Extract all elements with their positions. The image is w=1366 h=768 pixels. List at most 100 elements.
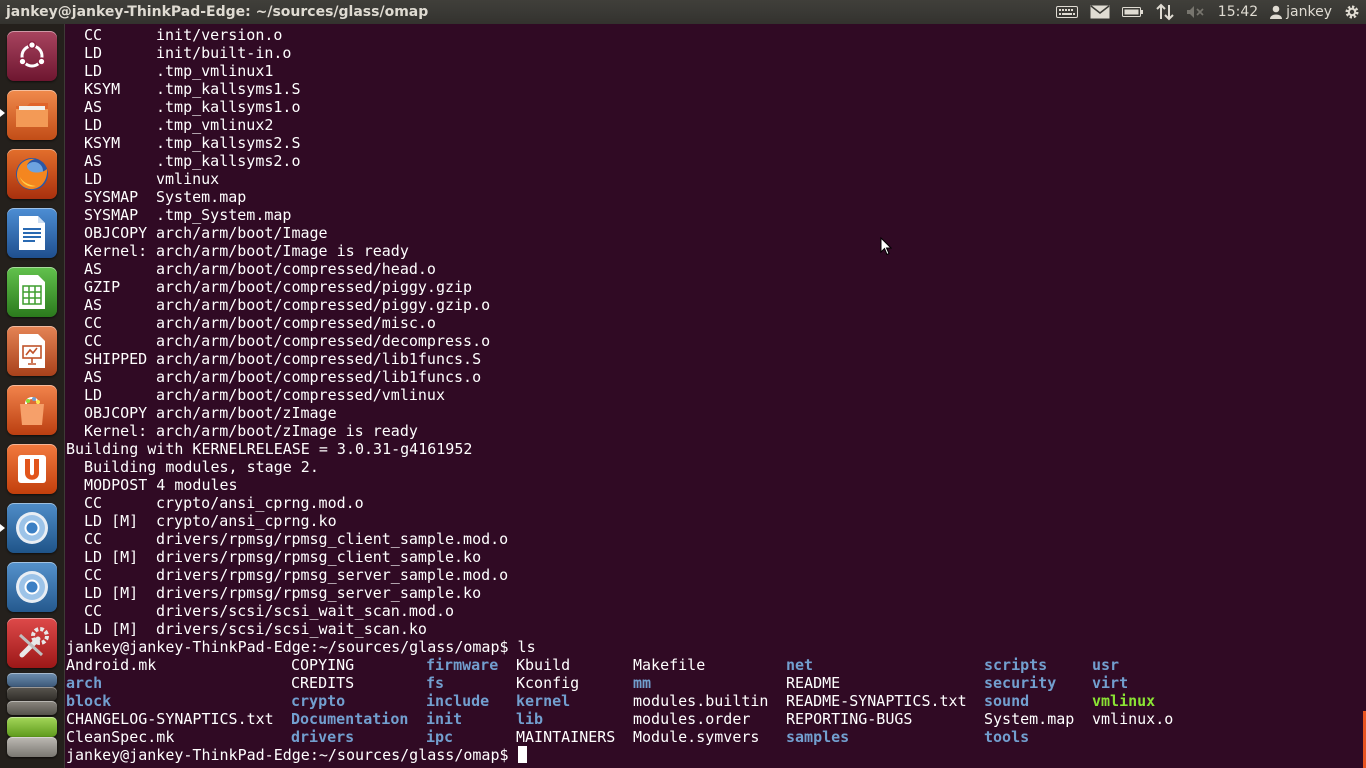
- firefox-button[interactable]: [7, 149, 57, 199]
- writer-button[interactable]: [7, 208, 57, 258]
- build-target: .tmp_System.map: [156, 206, 292, 224]
- folder-icon: [16, 103, 48, 127]
- calc-icon: [19, 275, 45, 309]
- build-target: vmlinux: [156, 170, 220, 188]
- build-line: GZIP arch/arm/boot/compressed/piggy.gzip: [66, 278, 1364, 296]
- build-step-tag: Kernel:: [84, 242, 148, 260]
- software-center-button[interactable]: [7, 385, 57, 435]
- build-step-tag: KSYM: [84, 80, 121, 98]
- build-line: SHIPPED arch/arm/boot/compressed/lib1func…: [66, 350, 1364, 368]
- calc-button[interactable]: [7, 267, 57, 317]
- module-log: CC crypto/ansi_cprng.mod.o LD [M] crypto/an…: [66, 494, 1364, 638]
- ls-directory: crypto: [291, 692, 346, 710]
- ls-directory: firmware: [426, 656, 499, 674]
- chromium-button[interactable]: [7, 503, 57, 553]
- ubuntu-logo-icon: [18, 40, 46, 68]
- build-target: crypto/ansi_cprng.ko: [156, 512, 337, 530]
- terminal-output[interactable]: CC init/version.o LD init/built-in.o LD .tmp_…: [66, 26, 1364, 768]
- modules-stage-line: Building modules, stage 2.: [66, 458, 319, 476]
- ls-file: COPYING: [291, 656, 355, 674]
- build-step-tag: Kernel:: [84, 422, 148, 440]
- user-name: jankey: [1286, 4, 1332, 20]
- mail-icon[interactable]: [1090, 0, 1110, 24]
- ls-directory: security: [984, 674, 1057, 692]
- modpost-line: MODPOST 4 modules: [66, 476, 238, 494]
- build-line: CC drivers/scsi/scsi_wait_scan.mod.o: [66, 602, 1364, 620]
- system-settings-button[interactable]: [7, 618, 57, 668]
- system-monitor-icon[interactable]: [7, 673, 57, 687]
- chromium-icon: [16, 512, 48, 544]
- command-line: jankey@jankey-ThinkPad-Edge:~/sources/gl…: [66, 638, 1364, 656]
- files-button[interactable]: [7, 90, 57, 140]
- build-step-tag: CC: [84, 530, 103, 548]
- build-line: CC drivers/rpmsg/rpmsg_server_sample.mod.…: [66, 566, 1364, 584]
- ls-file: Makefile: [633, 656, 706, 674]
- ubuntu-one-button[interactable]: [7, 444, 57, 494]
- active-prompt-line[interactable]: jankey@jankey-ThinkPad-Edge:~/sources/gl…: [66, 746, 1364, 764]
- user-menu[interactable]: jankey: [1270, 0, 1332, 24]
- build-line: SYSMAP .tmp_System.map: [66, 206, 1364, 224]
- terminal-icon[interactable]: [7, 687, 57, 701]
- network-icon[interactable]: [1156, 0, 1174, 24]
- build-target: drivers/rpmsg/rpmsg_client_sample.ko: [156, 548, 482, 566]
- ls-directory: ipc: [426, 728, 454, 746]
- build-line: OBJCOPY arch/arm/boot/zImage: [66, 404, 1364, 422]
- volume-muted-icon[interactable]: [1186, 0, 1206, 24]
- build-target: drivers/scsi/scsi_wait_scan.ko: [156, 620, 427, 638]
- build-line: LD init/built-in.o: [66, 44, 1364, 62]
- ls-directory: samples: [786, 728, 850, 746]
- ls-file: CREDITS: [291, 674, 355, 692]
- build-target: .tmp_kallsyms2.S: [156, 134, 301, 152]
- ls-file: MAINTAINERS: [516, 728, 616, 746]
- ubuntu-one-icon: [18, 455, 46, 483]
- build-line: AS arch/arm/boot/compressed/piggy.gzip.o: [66, 296, 1364, 314]
- dash-home-button[interactable]: [7, 31, 57, 81]
- chromium-button-2[interactable]: [7, 562, 57, 612]
- trash-icon[interactable]: [7, 737, 57, 757]
- ls-file: modules.order: [633, 710, 751, 728]
- gear-icon[interactable]: [1344, 0, 1360, 24]
- build-step-tag: LD: [84, 44, 103, 62]
- ls-directory: block: [66, 692, 112, 710]
- build-step-tag: SYSMAP: [84, 206, 139, 224]
- build-target: crypto/ansi_cprng.mod.o: [156, 494, 364, 512]
- settings-tools-icon: [18, 627, 49, 658]
- ls-file: Kconfig: [516, 674, 580, 692]
- build-line: OBJCOPY arch/arm/boot/Image: [66, 224, 1364, 242]
- build-line: AS arch/arm/boot/compressed/lib1funcs.o: [66, 368, 1364, 386]
- ls-directory: drivers: [291, 728, 355, 746]
- build-step-tag: OBJCOPY: [84, 404, 148, 422]
- build-target: arch/arm/boot/Image is ready: [156, 242, 409, 260]
- build-line: LD [M] drivers/scsi/scsi_wait_scan.ko: [66, 620, 1364, 638]
- workspaces-icon[interactable]: [7, 701, 57, 715]
- build-target: arch/arm/boot/compressed/head.o: [156, 260, 436, 278]
- build-target: arch/arm/boot/zImage: [156, 404, 337, 422]
- ls-column: Makefile mm modules.builtin modules.order Mo…: [633, 656, 768, 746]
- build-step-tag: LD [M]: [84, 512, 139, 530]
- command-text: ls: [508, 638, 536, 656]
- build-target: arch/arm/boot/compressed/piggy.gzip: [156, 278, 473, 296]
- impress-icon: [19, 334, 45, 368]
- ls-directory: sound: [984, 692, 1030, 710]
- keyboard-icon[interactable]: [1055, 0, 1078, 24]
- impress-button[interactable]: [7, 326, 57, 376]
- build-step-tag: CC: [84, 314, 103, 332]
- shopping-bag-icon: [20, 397, 44, 425]
- user-icon: [1270, 5, 1283, 19]
- build-line: AS .tmp_kallsyms2.o: [66, 152, 1364, 170]
- build-line: CC crypto/ansi_cprng.mod.o: [66, 494, 1364, 512]
- build-line: LD .tmp_vmlinux2: [66, 116, 1364, 134]
- window-title: jankey@jankey-ThinkPad-Edge: ~/sources/g…: [6, 4, 429, 20]
- build-line: Kernel: arch/arm/boot/Image is ready: [66, 242, 1364, 260]
- ls-directory: fs: [426, 674, 445, 692]
- build-line: AS .tmp_kallsyms1.o: [66, 98, 1364, 116]
- build-step-tag: LD: [84, 116, 103, 134]
- build-line: AS arch/arm/boot/compressed/head.o: [66, 260, 1364, 278]
- ls-directory: net: [786, 656, 814, 674]
- kernelrelease-line: Building with KERNELRELEASE = 3.0.31-g41…: [66, 440, 473, 458]
- android-icon[interactable]: [7, 717, 57, 737]
- battery-icon[interactable]: [1121, 0, 1144, 24]
- clock[interactable]: 15:42: [1218, 0, 1258, 24]
- build-step-tag: SYSMAP: [84, 188, 139, 206]
- build-target: arch/arm/boot/compressed/lib1funcs.o: [156, 368, 482, 386]
